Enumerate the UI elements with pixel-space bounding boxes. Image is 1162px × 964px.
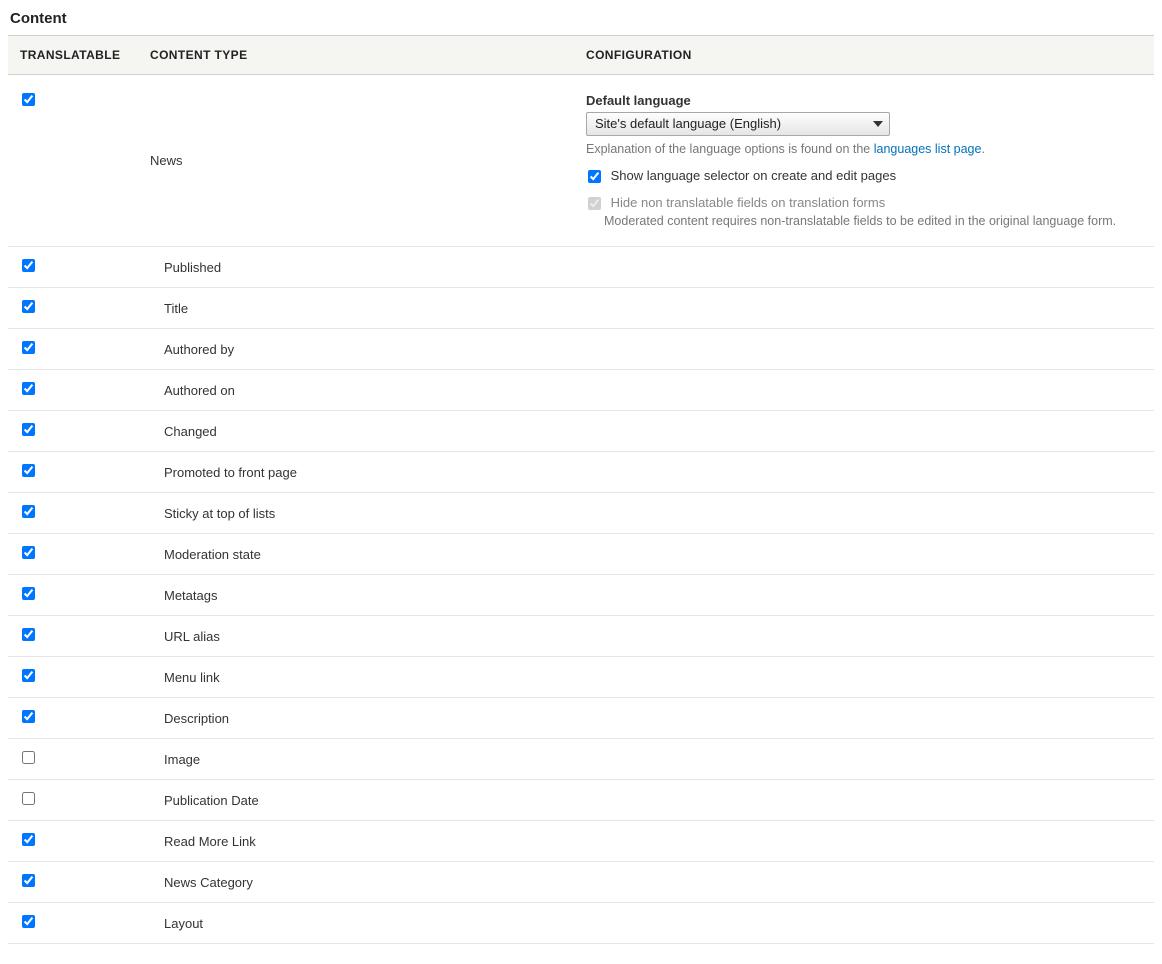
field-configuration [574, 780, 1154, 821]
field-label: News Category [138, 862, 574, 903]
translatable-checkbox[interactable] [22, 833, 35, 846]
field-label: Sticky at top of lists [138, 493, 574, 534]
translatable-checkbox[interactable] [22, 792, 35, 805]
field-configuration [574, 452, 1154, 493]
field-row: Description [8, 698, 1154, 739]
field-configuration [574, 698, 1154, 739]
field-configuration [574, 575, 1154, 616]
translatable-checkbox[interactable] [22, 669, 35, 682]
field-row: Authored on [8, 370, 1154, 411]
field-configuration [574, 821, 1154, 862]
show-language-selector-option: Show language selector on create and edi… [586, 168, 1142, 183]
field-configuration [574, 534, 1154, 575]
chevron-down-icon [873, 121, 883, 127]
field-label: Promoted to front page [138, 452, 574, 493]
moderated-note: Moderated content requires non-translata… [604, 214, 1142, 228]
field-row: Layout [8, 903, 1154, 944]
field-row: Authored by [8, 329, 1154, 370]
translatable-checkbox[interactable] [22, 628, 35, 641]
translatable-checkbox[interactable] [22, 464, 35, 477]
field-label: Title [138, 288, 574, 329]
field-row: Image [8, 739, 1154, 780]
field-configuration [574, 657, 1154, 698]
translatable-checkbox[interactable] [22, 874, 35, 887]
language-help-pre: Explanation of the language options is f… [586, 142, 874, 156]
header-content-type: Content Type [138, 36, 574, 75]
field-row: Promoted to front page [8, 452, 1154, 493]
field-label: Description [138, 698, 574, 739]
translatable-checkbox[interactable] [22, 382, 35, 395]
header-translatable: Translatable [8, 36, 138, 75]
show-language-selector-checkbox[interactable] [588, 170, 601, 183]
translatable-checkbox[interactable] [22, 341, 35, 354]
field-configuration [574, 247, 1154, 288]
translatable-checkbox[interactable] [22, 505, 35, 518]
translatable-checkbox[interactable] [22, 751, 35, 764]
field-configuration [574, 288, 1154, 329]
content-type-name: News [138, 75, 574, 247]
default-language-select[interactable]: Site's default language (English) [586, 112, 890, 136]
show-language-selector-label[interactable]: Show language selector on create and edi… [611, 168, 896, 183]
translation-table: Translatable Content Type Configuration … [8, 35, 1154, 944]
field-configuration [574, 493, 1154, 534]
field-label: URL alias [138, 616, 574, 657]
languages-list-link[interactable]: languages list page [874, 142, 982, 156]
field-row: Menu link [8, 657, 1154, 698]
translatable-checkbox[interactable] [22, 915, 35, 928]
section-title: Content [10, 10, 1154, 27]
field-configuration [574, 370, 1154, 411]
field-label: Changed [138, 411, 574, 452]
hide-fields-label: Hide non translatable fields on translat… [611, 195, 886, 210]
content-type-row: News Default language Site's default lan… [8, 75, 1154, 247]
translatable-checkbox[interactable] [22, 300, 35, 313]
field-row: News Category [8, 862, 1154, 903]
field-label: Publication Date [138, 780, 574, 821]
field-row: Metatags [8, 575, 1154, 616]
field-label: Menu link [138, 657, 574, 698]
translatable-checkbox[interactable] [22, 710, 35, 723]
field-configuration [574, 616, 1154, 657]
field-label: Metatags [138, 575, 574, 616]
field-row: Publication Date [8, 780, 1154, 821]
field-row: Title [8, 288, 1154, 329]
field-row: Sticky at top of lists [8, 493, 1154, 534]
default-language-label: Default language [586, 93, 1142, 108]
translatable-checkbox[interactable] [22, 423, 35, 436]
field-label: Published [138, 247, 574, 288]
field-label: Moderation state [138, 534, 574, 575]
translatable-checkbox[interactable] [22, 546, 35, 559]
field-configuration [574, 411, 1154, 452]
field-row: Moderation state [8, 534, 1154, 575]
language-help-text: Explanation of the language options is f… [586, 142, 1142, 156]
field-label: Authored on [138, 370, 574, 411]
default-language-value: Site's default language (English) [595, 116, 781, 131]
hide-fields-checkbox [588, 197, 601, 210]
translatable-checkbox[interactable] [22, 587, 35, 600]
translatable-checkbox-news[interactable] [22, 93, 35, 106]
translatable-checkbox[interactable] [22, 259, 35, 272]
field-row: Read More Link [8, 821, 1154, 862]
field-configuration [574, 903, 1154, 944]
field-label: Layout [138, 903, 574, 944]
configuration-block: Default language Site's default language… [586, 93, 1142, 228]
field-configuration [574, 862, 1154, 903]
field-label: Authored by [138, 329, 574, 370]
field-row: URL alias [8, 616, 1154, 657]
field-label: Image [138, 739, 574, 780]
hide-fields-option: Hide non translatable fields on translat… [586, 195, 1142, 228]
field-row: Changed [8, 411, 1154, 452]
field-row: Published [8, 247, 1154, 288]
language-help-post: . [981, 142, 984, 156]
field-label: Read More Link [138, 821, 574, 862]
field-configuration [574, 739, 1154, 780]
field-configuration [574, 329, 1154, 370]
header-configuration: Configuration [574, 36, 1154, 75]
